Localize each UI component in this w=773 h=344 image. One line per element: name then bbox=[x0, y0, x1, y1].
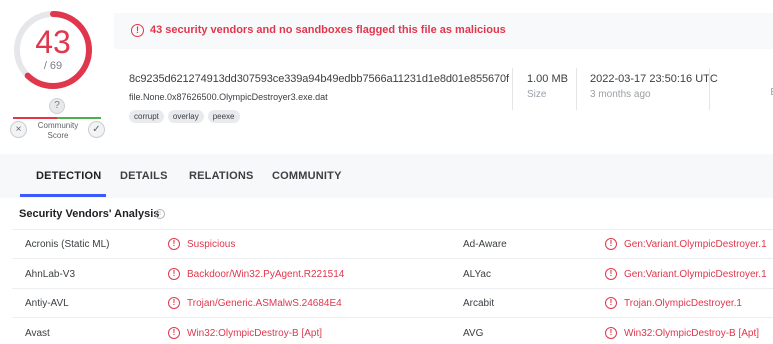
alert-icon: ! bbox=[168, 238, 180, 250]
alert-text: 43 security vendors and no sandboxes fla… bbox=[150, 24, 506, 36]
detection-result: Gen:Variant.OlympicDestroyer.1 bbox=[624, 269, 767, 280]
vendor-name: AVG bbox=[463, 328, 484, 339]
vote-malicious-button[interactable]: × bbox=[10, 121, 27, 138]
detection-score-gauge: 43 / 69 bbox=[11, 8, 95, 92]
file-size-label: Size bbox=[527, 89, 547, 100]
vote-harmless-button[interactable]: ✓ bbox=[88, 121, 105, 138]
tab-bar: DETECTION DETAILS RELATIONS COMMUNITY bbox=[0, 154, 773, 198]
alert-icon: ! bbox=[605, 238, 617, 250]
alert-icon: ! bbox=[605, 327, 617, 339]
tab-detection[interactable]: DETECTION bbox=[36, 170, 101, 182]
vendor-name: Acronis (Static ML) bbox=[25, 239, 110, 250]
row-divider bbox=[12, 258, 773, 259]
file-type-icon: 0 0 EX bbox=[763, 70, 773, 104]
community-score-bar bbox=[13, 117, 101, 119]
detection-alert-banner: ! 43 security vendors and no sandboxes f… bbox=[114, 13, 773, 49]
row-divider bbox=[12, 288, 773, 289]
vendor-name: Ad-Aware bbox=[463, 239, 507, 250]
file-size-value: 1.00 MB bbox=[527, 73, 568, 85]
community-score-label: Community Score bbox=[37, 121, 79, 140]
info-icon[interactable]: i bbox=[155, 209, 165, 219]
row-divider bbox=[12, 317, 773, 318]
file-hash[interactable]: 8c9235d621274913dd307593ce339a94b49edbb7… bbox=[129, 73, 509, 85]
tag-corrupt[interactable]: corrupt bbox=[129, 110, 164, 123]
active-tab-indicator bbox=[20, 194, 106, 197]
detection-result: Win32:OlympicDestroy-B [Apt] bbox=[187, 328, 323, 339]
file-type-text: 0 bbox=[763, 70, 773, 79]
divider bbox=[512, 68, 513, 110]
alert-icon: ! bbox=[131, 24, 144, 37]
alert-icon: ! bbox=[168, 297, 180, 309]
vendor-name: AhnLab-V3 bbox=[25, 269, 76, 280]
vendor-name: Antiy-AVL bbox=[25, 298, 69, 309]
file-tags: corrupt overlay peexe bbox=[129, 110, 240, 123]
question-icon: ? bbox=[49, 98, 65, 114]
tab-community[interactable]: COMMUNITY bbox=[272, 170, 342, 182]
detection-count: 43 bbox=[35, 24, 71, 60]
alert-icon: ! bbox=[605, 297, 617, 309]
tag-overlay[interactable]: overlay bbox=[167, 110, 204, 123]
last-analysis-relative: 3 months ago bbox=[590, 89, 651, 100]
detection-result: Win32:OlympicDestroy-B [Apt] bbox=[624, 328, 760, 339]
community-score: ? × Community Score ✓ bbox=[10, 96, 105, 146]
detection-result: Trojan/Generic.ASMalwS.24684E4 bbox=[187, 298, 342, 309]
tab-relations[interactable]: RELATIONS bbox=[189, 170, 254, 182]
tab-details[interactable]: DETAILS bbox=[120, 170, 168, 182]
alert-icon: ! bbox=[168, 268, 180, 280]
alert-icon: ! bbox=[605, 268, 617, 280]
detection-result: Suspicious bbox=[187, 239, 236, 250]
engine-total: / 69 bbox=[43, 60, 63, 72]
alert-icon: ! bbox=[168, 327, 180, 339]
divider bbox=[576, 68, 577, 110]
divider bbox=[709, 68, 710, 110]
tag-peexe[interactable]: peexe bbox=[207, 110, 240, 123]
detection-result: Backdoor/Win32.PyAgent.R221514 bbox=[187, 269, 345, 280]
vendor-name: Avast bbox=[25, 328, 50, 339]
detection-result: Trojan.OlympicDestroyer.1 bbox=[624, 298, 742, 309]
vendor-name: Arcabit bbox=[463, 298, 495, 309]
row-divider bbox=[12, 229, 773, 230]
detection-result: Gen:Variant.OlympicDestroyer.1 bbox=[624, 239, 767, 250]
file-name: file.None.0x87626500.OlympicDestroyer3.e… bbox=[129, 92, 328, 102]
last-analysis-date: 2022-03-17 23:50:16 UTC bbox=[590, 73, 718, 85]
section-title: Security Vendors' Analysis bbox=[19, 208, 160, 220]
vendor-name: ALYac bbox=[463, 269, 491, 280]
file-type-text: EX bbox=[763, 88, 773, 98]
